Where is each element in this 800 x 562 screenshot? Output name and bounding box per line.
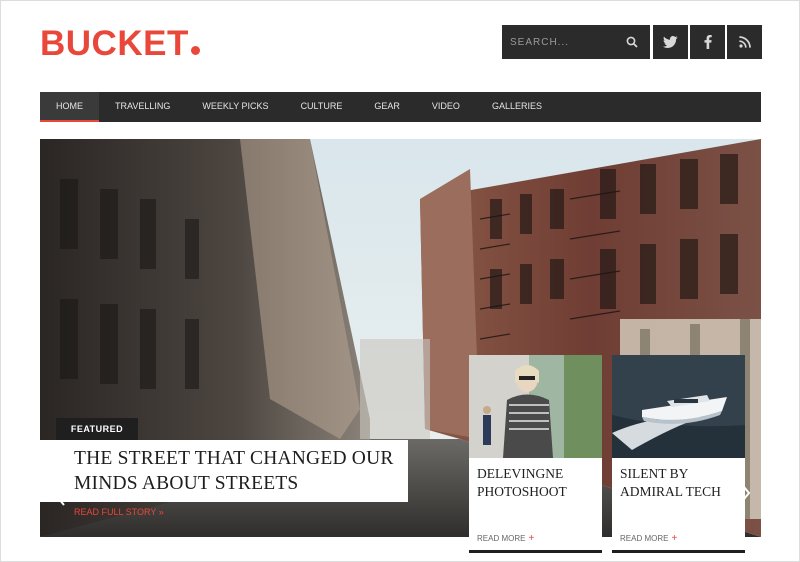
read-more-label: READ MORE <box>477 534 526 543</box>
rss-button[interactable] <box>727 25 762 59</box>
twitter-button[interactable] <box>653 25 688 59</box>
read-full-story-link[interactable]: READ FULL STORY » <box>74 507 164 517</box>
story-card[interactable]: DELEVINGNE PHOTOSHOOT READ MORE + <box>469 355 602 553</box>
plus-icon: + <box>671 533 678 544</box>
card-image-yacht <box>612 355 745 458</box>
facebook-icon <box>704 35 712 49</box>
nav-item-culture[interactable]: CULTURE <box>285 92 359 122</box>
card-image-photoshoot <box>469 355 602 458</box>
twitter-icon <box>663 36 678 48</box>
site-logo[interactable]: BUCKET <box>40 24 200 64</box>
card-title[interactable]: DELEVINGNE PHOTOSHOOT <box>477 465 597 501</box>
featured-title[interactable]: THE STREET THAT CHANGED OUR MINDS ABOUT … <box>74 446 408 496</box>
logo-text: BUCKET <box>40 24 189 63</box>
nav-item-gear[interactable]: GEAR <box>358 92 416 122</box>
main-nav: HOME TRAVELLING WEEKLY PICKS CULTURE GEA… <box>40 92 761 122</box>
nav-item-galleries[interactable]: GALLERIES <box>476 92 558 122</box>
featured-badge: FEATURED <box>56 418 138 440</box>
read-more-label: READ MORE <box>620 534 669 543</box>
facebook-button[interactable] <box>690 25 725 59</box>
nav-item-travelling[interactable]: TRAVELLING <box>99 92 186 122</box>
nav-item-weekly-picks[interactable]: WEEKLY PICKS <box>186 92 284 122</box>
logo-dot <box>190 46 200 55</box>
nav-item-home[interactable]: HOME <box>40 92 99 122</box>
read-more-link[interactable]: READ MORE + <box>477 533 534 544</box>
search-input[interactable] <box>502 25 614 59</box>
plus-icon: + <box>528 533 535 544</box>
featured-caption[interactable]: THE STREET THAT CHANGED OUR MINDS ABOUT … <box>40 440 408 502</box>
rss-icon <box>738 36 751 48</box>
nav-item-video[interactable]: VIDEO <box>416 92 476 122</box>
search-box <box>502 25 650 59</box>
card-title[interactable]: SILENT BY ADMIRAL TECH <box>620 465 740 501</box>
search-icon[interactable] <box>614 25 650 59</box>
read-more-link[interactable]: READ MORE + <box>620 533 677 544</box>
story-card[interactable]: SILENT BY ADMIRAL TECH READ MORE + <box>612 355 745 553</box>
